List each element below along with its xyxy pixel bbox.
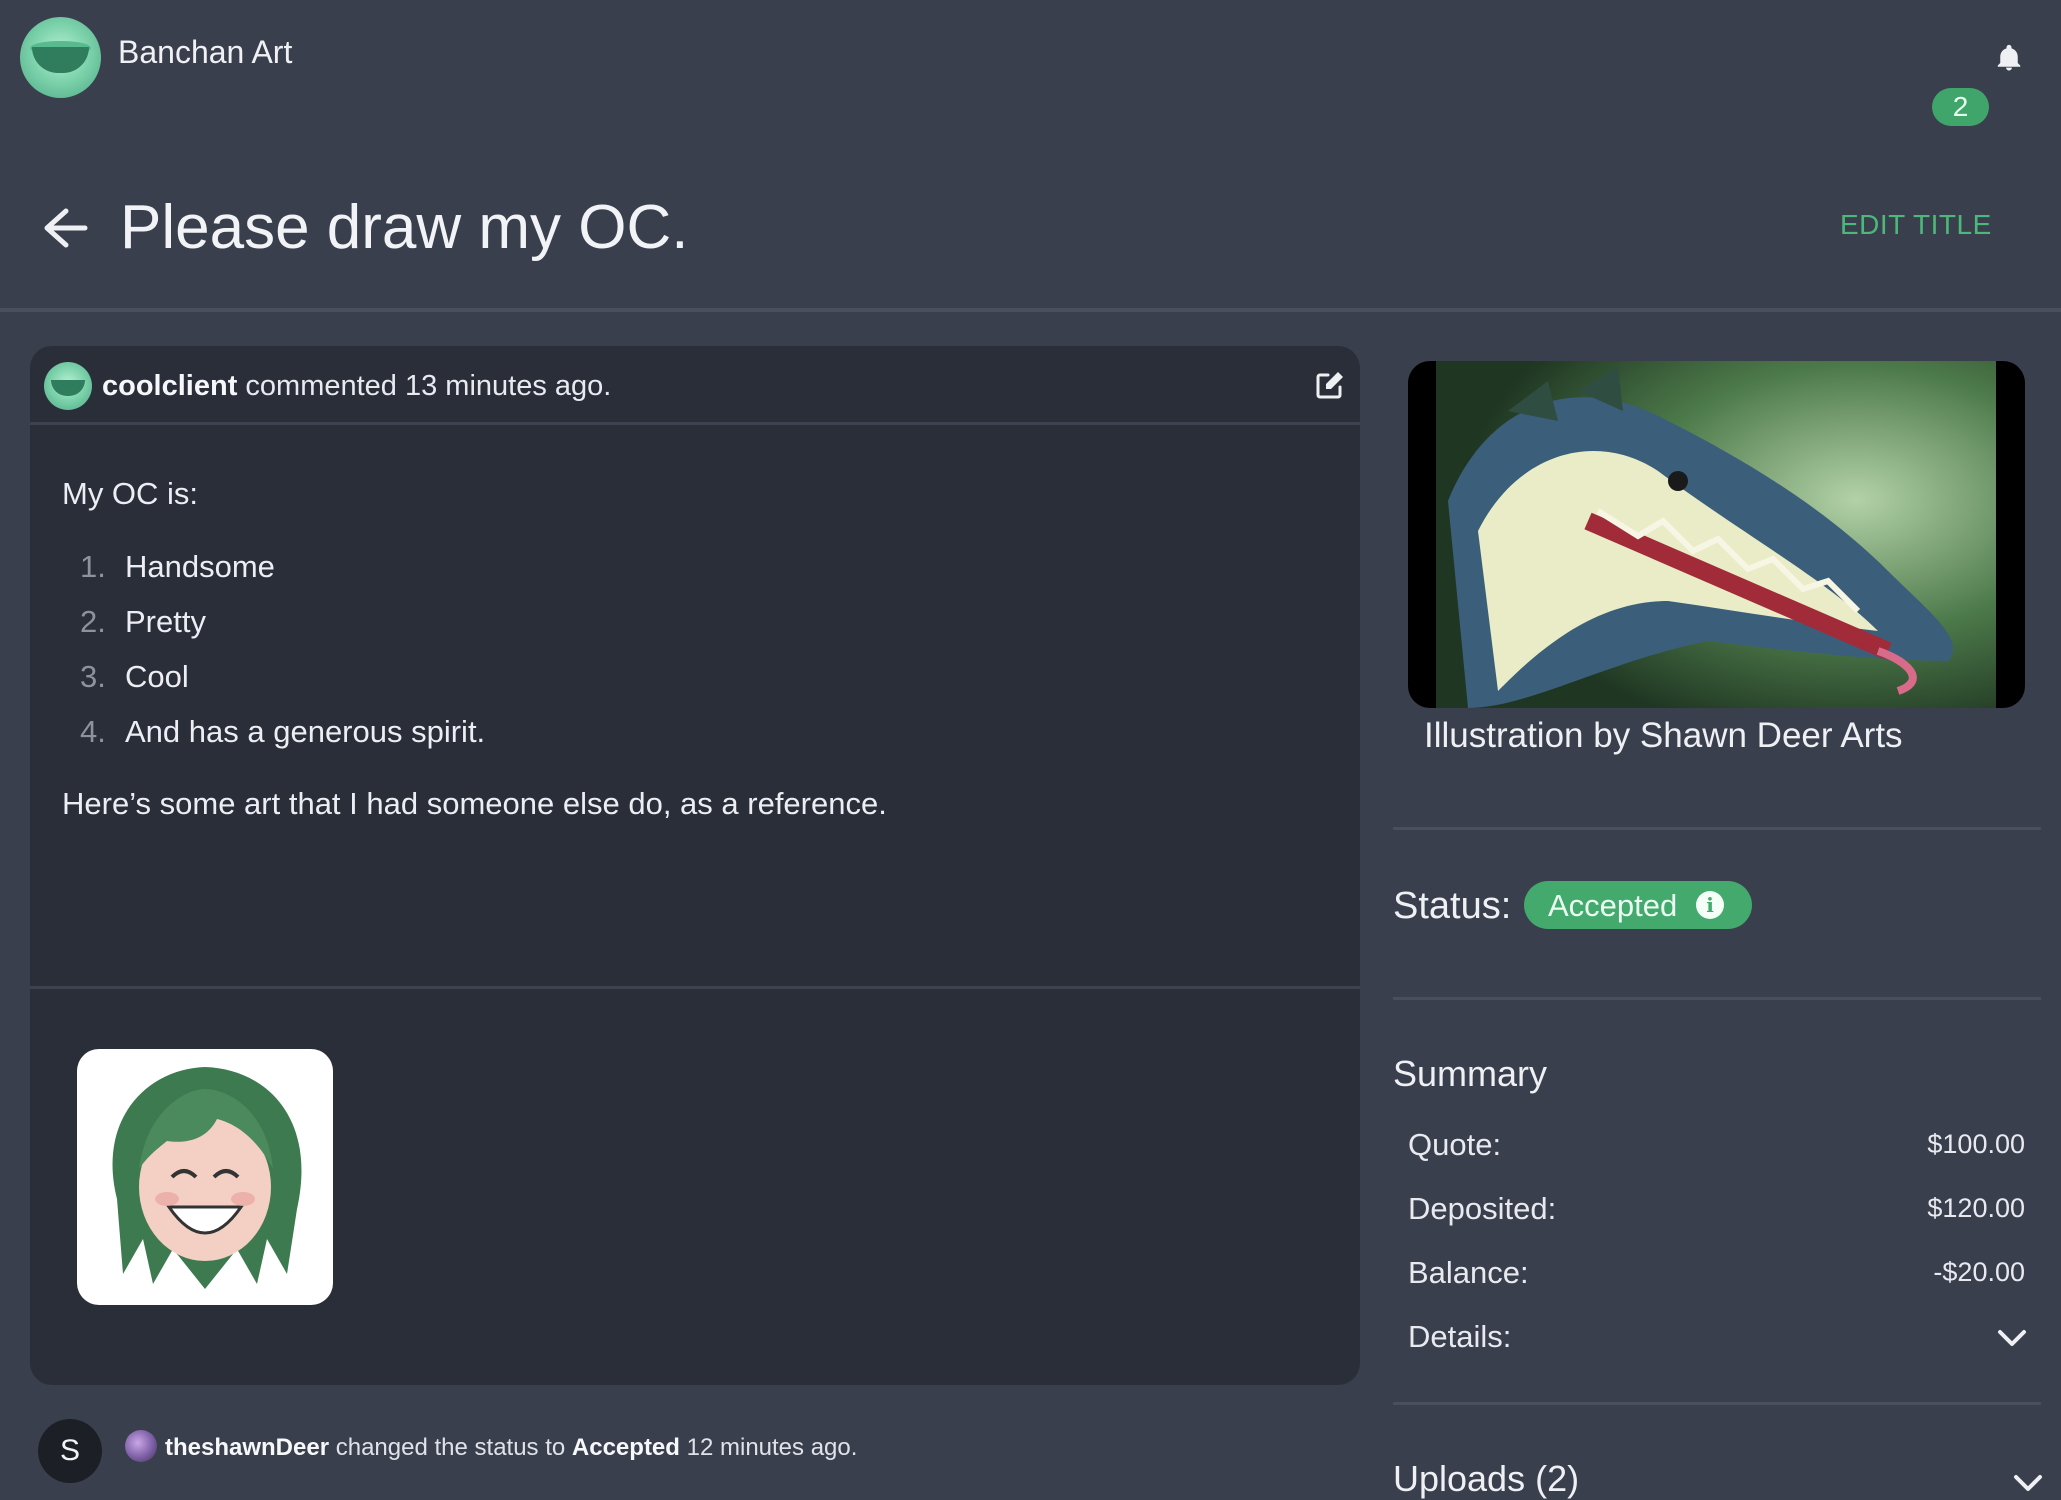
commenter-avatar[interactable] [44,362,92,410]
section-divider [1393,827,2041,830]
comment-meta: coolclient commented 13 minutes ago. [102,370,611,403]
page-title: Please draw my OC. [120,193,689,262]
banchan-logo-icon[interactable] [20,17,101,98]
bell-icon[interactable] [1994,42,2024,74]
activity-user-name[interactable]: theshawnDeer [165,1434,329,1461]
list-item: 1. Handsome [80,549,275,584]
summary-row-deposited: Deposited: $120.00 [1408,1191,2025,1226]
comment-header: coolclient commented 13 minutes ago. [30,346,1360,425]
status-badge[interactable]: Accepted i [1524,881,1752,929]
illustration-caption: Illustration by Shawn Deer Arts [1424,716,1903,755]
edit-title-button[interactable]: EDIT TITLE [1840,209,1992,241]
featured-illustration[interactable] [1408,361,2025,708]
attachment-thumbnail[interactable] [77,1049,333,1305]
attachment-divider [30,986,1360,989]
brand-name[interactable]: Banchan Art [118,34,292,71]
character-face-image [112,1067,302,1289]
status-value: Accepted [1548,888,1678,923]
section-divider [1393,997,2041,1000]
dragon-illustration [1436,361,1996,708]
summary-title: Summary [1393,1053,1548,1094]
activity-entry: theshawnDeer changed the status to Accep… [165,1434,858,1461]
notification-count-badge[interactable]: 2 [1932,88,1989,126]
title-divider [0,308,2061,312]
comment-timestamp: commented 13 minutes ago. [245,370,612,402]
activity-user-avatar[interactable]: S [38,1419,102,1483]
status-label: Status: [1393,885,1512,927]
list-item: 4. And has a generous spirit. [80,714,486,749]
list-item: 3. Cool [80,659,189,694]
theshawndeer-avatar[interactable] [125,1430,157,1462]
comment-card: coolclient commented 13 minutes ago. My … [30,346,1360,1385]
list-item: 2. Pretty [80,604,206,639]
details-toggle[interactable]: Details: [1408,1319,2025,1359]
chevron-down-icon[interactable] [1996,1327,2028,1349]
comment-outro: Here’s some art that I had someone else … [62,786,887,821]
comment-intro: My OC is: [62,476,199,511]
info-icon[interactable]: i [1696,891,1724,919]
arrow-left-icon[interactable] [42,207,88,249]
top-navbar: Banchan Art 2 [0,0,2061,130]
chevron-down-icon[interactable] [2012,1472,2044,1494]
summary-row-quote: Quote: $100.00 [1408,1127,2025,1162]
activity-status: Accepted [571,1434,680,1461]
edit-icon[interactable] [1314,369,1346,401]
summary-row-balance: Balance: -$20.00 [1408,1255,2025,1290]
section-divider [1393,1402,2041,1405]
commenter-name[interactable]: coolclient [102,370,237,402]
